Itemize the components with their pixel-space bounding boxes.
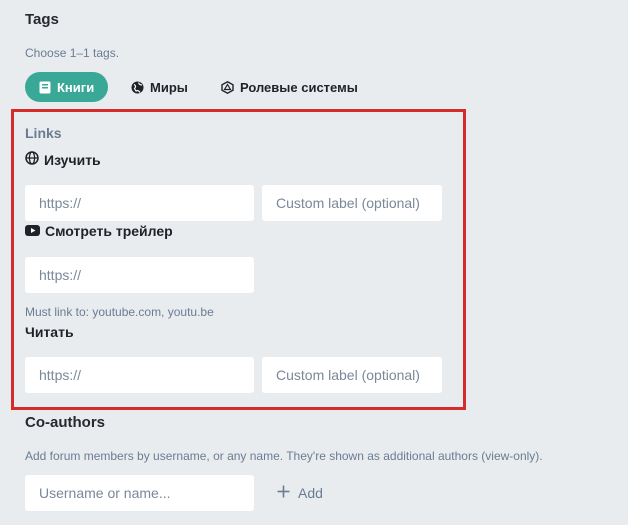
plus-icon (277, 485, 290, 501)
link-title-read: Читать (25, 324, 74, 340)
link-title-explore: Изучить (25, 151, 101, 168)
add-coauthor-button[interactable]: Add (277, 485, 323, 501)
tag-button-worlds[interactable]: Миры (117, 72, 202, 102)
globe-icon (25, 151, 39, 168)
link-label-input-read[interactable]: Custom label (optional) (262, 357, 442, 393)
dice-icon (221, 80, 234, 94)
coauthor-input[interactable]: Username or name... (25, 475, 254, 511)
link-title-trailer: Смотреть трейлер (25, 223, 173, 239)
link-url-input-trailer[interactable]: https:// (25, 257, 254, 293)
tag-button-label: Книги (57, 79, 95, 95)
book-icon (39, 81, 51, 94)
globe-icon (131, 81, 144, 94)
coauthors-hint: Add forum members by username, or any na… (25, 449, 543, 463)
tags-hint: Choose 1–1 tags. (25, 46, 120, 60)
link-url-input-read[interactable]: https:// (25, 357, 254, 393)
link-url-input-explore[interactable]: https:// (25, 185, 254, 221)
tag-button-rpg-systems[interactable]: Ролевые системы (207, 72, 372, 102)
links-title: Links (25, 125, 62, 141)
add-button-label: Add (298, 485, 323, 501)
youtube-icon (25, 223, 40, 239)
coauthors-title: Co-authors (25, 414, 105, 431)
link-label-input-explore[interactable]: Custom label (optional) (262, 185, 442, 221)
tag-button-label: Миры (150, 79, 188, 95)
tag-button-label: Ролевые системы (240, 79, 358, 95)
tags-title: Tags (25, 11, 59, 28)
tag-button-books[interactable]: Книги (25, 72, 109, 102)
link-hint-trailer: Must link to: youtube.com, youtu.be (25, 305, 214, 319)
